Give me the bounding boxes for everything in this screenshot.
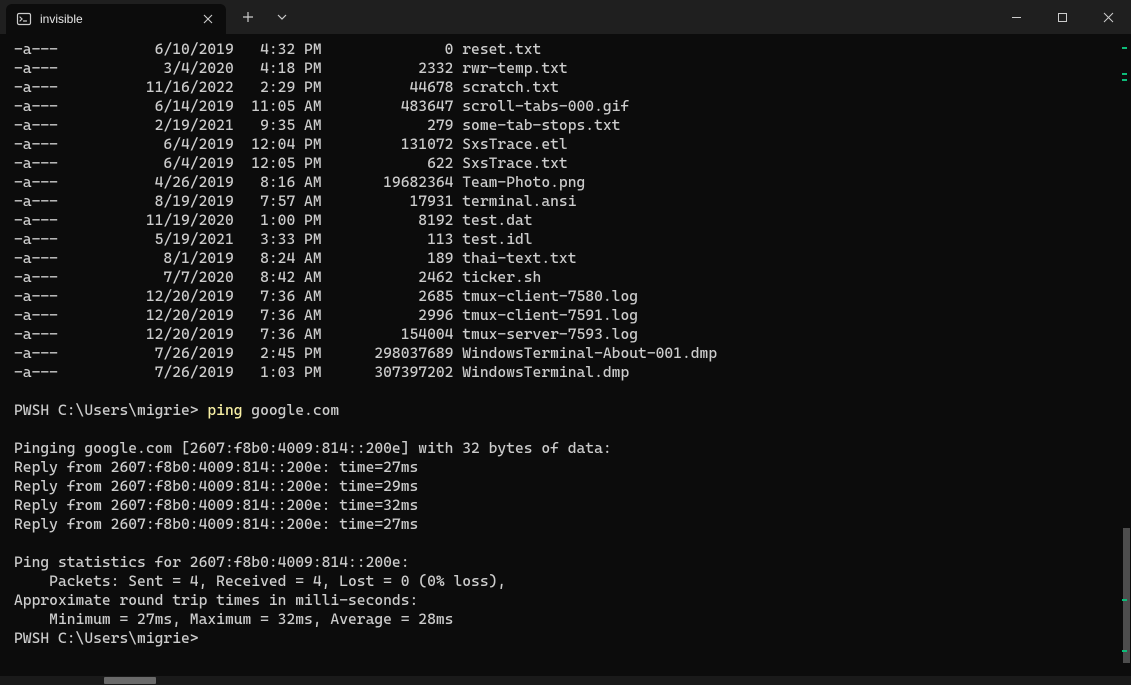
scrollbar-mark [1122, 599, 1127, 601]
scrollbar-mark [1122, 79, 1127, 81]
terminal-line: -a--- 12/20/2019 7:36 AM 2685 tmux-clien… [14, 287, 1110, 306]
scrollbar[interactable] [1116, 34, 1131, 676]
new-tab-button[interactable] [232, 2, 264, 32]
terminal-line: Approximate round trip times in milli-se… [14, 591, 1110, 610]
terminal-output[interactable]: -a--- 6/10/2019 4:32 PM 0 reset.txt-a---… [0, 34, 1116, 676]
scrollbar-thumb[interactable] [1123, 528, 1130, 663]
terminal-line: -a--- 11/16/2022 2:29 PM 44678 scratch.t… [14, 78, 1110, 97]
titlebar[interactable]: invisible [0, 0, 1131, 34]
window-controls [993, 0, 1131, 34]
minimize-button[interactable] [993, 0, 1039, 34]
terminal-line: -a--- 7/26/2019 2:45 PM 298037689 Window… [14, 344, 1110, 363]
terminal-line: -a--- 12/20/2019 7:36 AM 154004 tmux-ser… [14, 325, 1110, 344]
maximize-button[interactable] [1039, 0, 1085, 34]
terminal-line: -a--- 2/19/2021 9:35 AM 279 some-tab-sto… [14, 116, 1110, 135]
terminal-line: Reply from 2607:f8b0:4009:814::200e: tim… [14, 515, 1110, 534]
tab-strip: invisible [0, 0, 226, 34]
terminal-line: -a--- 11/19/2020 1:00 PM 8192 test.dat [14, 211, 1110, 230]
terminal-line: -a--- 7/7/2020 8:42 AM 2462 ticker.sh [14, 268, 1110, 287]
terminal-line: Pinging google.com [2607:f8b0:4009:814::… [14, 439, 1110, 458]
tab-title: invisible [40, 12, 192, 26]
taskbar-thumbnail [104, 677, 156, 684]
terminal-line: -a--- 7/26/2019 1:03 PM 307397202 Window… [14, 363, 1110, 382]
scrollbar-mark [1122, 73, 1127, 75]
terminal-line: -a--- 6/14/2019 11:05 AM 483647 scroll-t… [14, 97, 1110, 116]
terminal-line: -a--- 4/26/2019 8:16 AM 19682364 Team-Ph… [14, 173, 1110, 192]
tab-active[interactable]: invisible [6, 4, 226, 34]
terminal-icon [16, 11, 32, 27]
terminal-line: Reply from 2607:f8b0:4009:814::200e: tim… [14, 477, 1110, 496]
terminal-line: Reply from 2607:f8b0:4009:814::200e: tim… [14, 496, 1110, 515]
scrollbar-mark [1122, 650, 1127, 652]
new-tab-dropdown-button[interactable] [266, 2, 298, 32]
terminal-line: -a--- 8/19/2019 7:57 AM 17931 terminal.a… [14, 192, 1110, 211]
terminal-line [14, 420, 1110, 439]
terminal-line: Packets: Sent = 4, Received = 4, Lost = … [14, 572, 1110, 591]
scrollbar-track[interactable] [1119, 34, 1129, 676]
terminal-line: PWSH C:\Users\migrie> [14, 629, 1110, 648]
scrollbar-mark [1122, 47, 1127, 49]
terminal-line: PWSH C:\Users\migrie> ping google.com [14, 401, 1110, 420]
terminal-line: -a--- 6/4/2019 12:04 PM 131072 SxsTrace.… [14, 135, 1110, 154]
taskbar-sliver [0, 676, 1131, 685]
terminal-line: Ping statistics for 2607:f8b0:4009:814::… [14, 553, 1110, 572]
terminal-window: invisible [0, 0, 1131, 685]
terminal-line: -a--- 6/10/2019 4:32 PM 0 reset.txt [14, 40, 1110, 59]
terminal-line: Reply from 2607:f8b0:4009:814::200e: tim… [14, 458, 1110, 477]
terminal-line [14, 534, 1110, 553]
terminal-line: -a--- 8/1/2019 8:24 AM 189 thai-text.txt [14, 249, 1110, 268]
tab-actions [226, 0, 298, 34]
titlebar-drag-region[interactable] [298, 0, 993, 34]
terminal-pane[interactable]: -a--- 6/10/2019 4:32 PM 0 reset.txt-a---… [0, 34, 1131, 676]
terminal-line: -a--- 5/19/2021 3:33 PM 113 test.idl [14, 230, 1110, 249]
terminal-line: -a--- 6/4/2019 12:05 PM 622 SxsTrace.txt [14, 154, 1110, 173]
terminal-line: -a--- 3/4/2020 4:18 PM 2332 rwr-temp.txt [14, 59, 1110, 78]
terminal-line: Minimum = 27ms, Maximum = 32ms, Average … [14, 610, 1110, 629]
close-button[interactable] [1085, 0, 1131, 34]
terminal-line [14, 382, 1110, 401]
terminal-line: -a--- 12/20/2019 7:36 AM 2996 tmux-clien… [14, 306, 1110, 325]
tab-close-button[interactable] [200, 11, 216, 27]
